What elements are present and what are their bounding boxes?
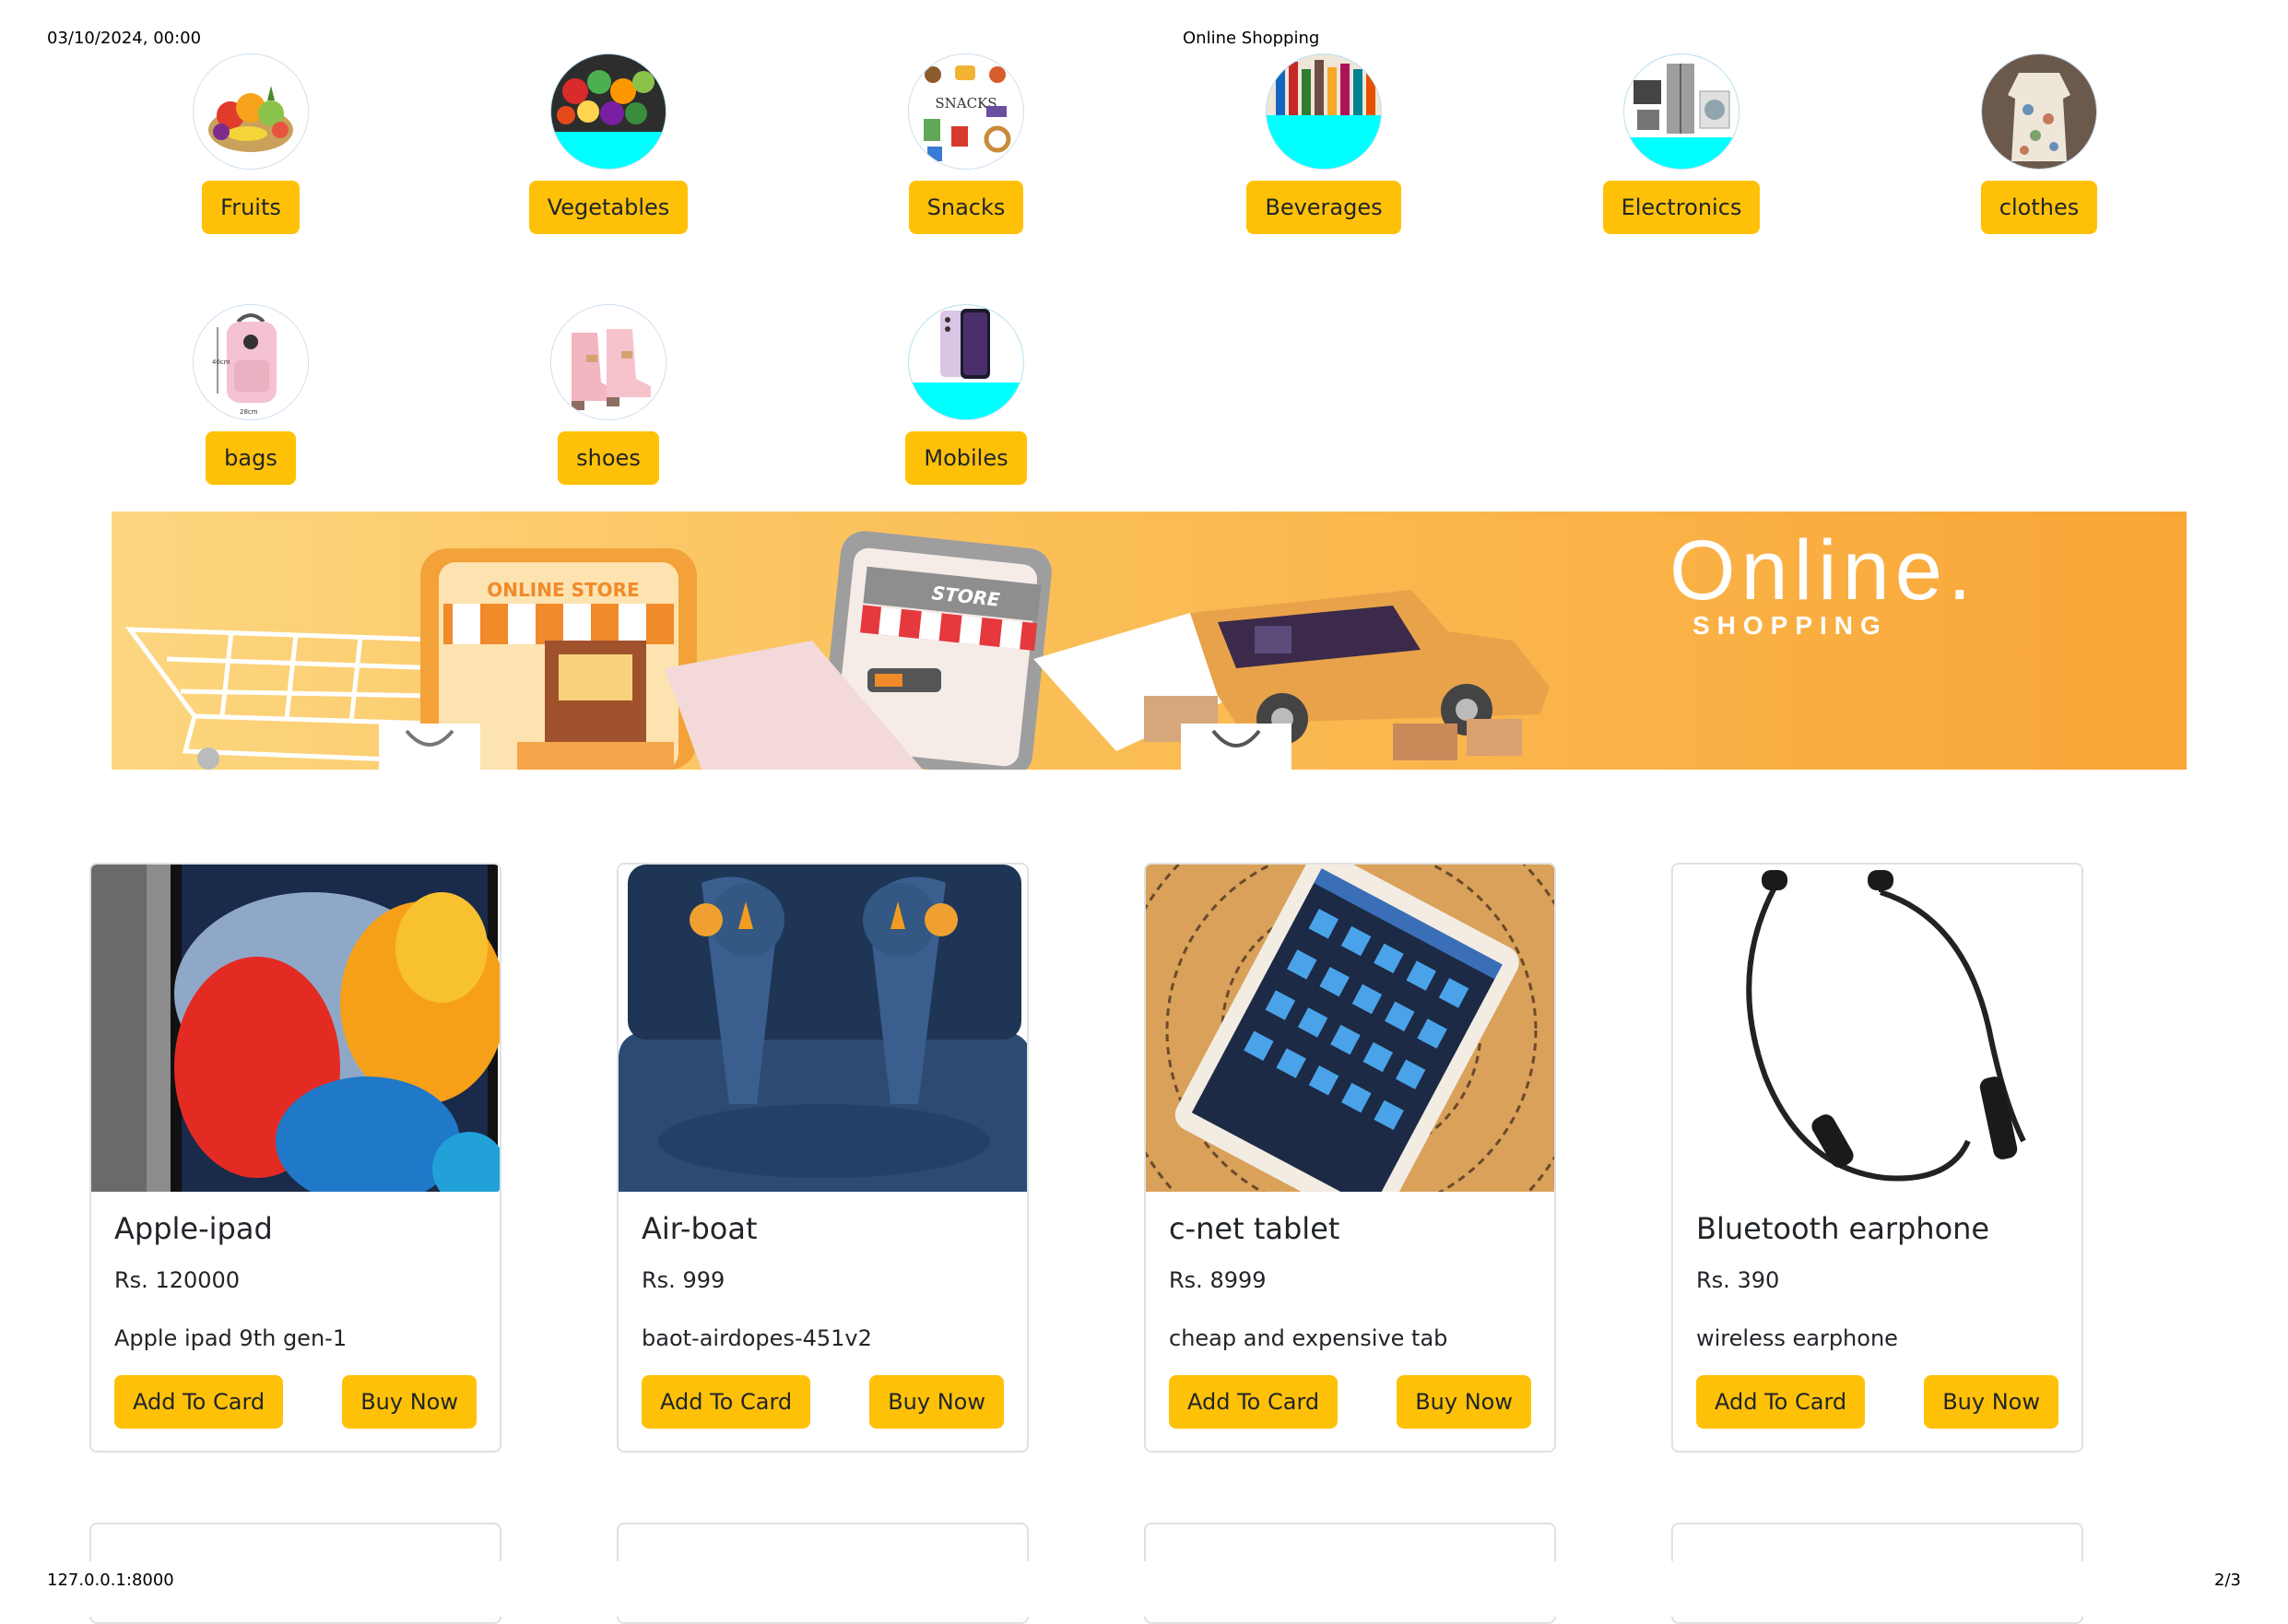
product-card-bluetooth-earphone: Bluetooth earphone Rs. 390 wireless earp… bbox=[1671, 863, 2083, 1453]
bag-image: 40cm 28cm bbox=[193, 304, 309, 420]
print-datetime: 03/10/2024, 00:00 bbox=[47, 29, 202, 48]
svg-text:28cm: 28cm bbox=[240, 408, 258, 416]
banner-headline: Online. bbox=[1669, 524, 1977, 618]
product-name: c-net tablet bbox=[1169, 1211, 1340, 1246]
banner-subline: SHOPPING bbox=[1692, 611, 1888, 640]
mobile-image bbox=[908, 304, 1024, 420]
beverages-image bbox=[1266, 53, 1382, 170]
add-to-cart-button[interactable]: Add To Card bbox=[1169, 1375, 1339, 1429]
category-fruits-button[interactable]: Fruits bbox=[202, 181, 300, 234]
category-electronics[interactable]: Electronics bbox=[1562, 53, 1801, 234]
print-url: 127.0.0.1:8000 bbox=[47, 1571, 174, 1590]
product-name: Apple-ipad bbox=[114, 1211, 273, 1246]
category-beverages-button[interactable]: Beverages bbox=[1246, 181, 1401, 234]
product-description: cheap and expensive tab bbox=[1169, 1325, 1448, 1351]
product-price: Rs. 8999 bbox=[1169, 1267, 1267, 1293]
banner-illustration: ONLINE STORE STORE Online. SHOPPING bbox=[124, 524, 1977, 770]
product-image-tablet bbox=[1146, 865, 1554, 1192]
product-image-ipad bbox=[91, 865, 500, 1192]
add-to-cart-button[interactable]: Add To Card bbox=[642, 1375, 811, 1429]
electronics-image bbox=[1623, 53, 1740, 170]
vegetables-image bbox=[550, 53, 666, 170]
category-snacks-button[interactable]: Snacks bbox=[908, 181, 1024, 234]
category-mobiles[interactable]: Mobiles bbox=[846, 304, 1086, 485]
category-clothes[interactable]: clothes bbox=[1919, 53, 2159, 234]
product-card-air-boat: Air-boat Rs. 999 baot-airdopes-451v2 Add… bbox=[617, 863, 1029, 1453]
print-footer bbox=[0, 1561, 2288, 1617]
product-name: Air-boat bbox=[642, 1211, 758, 1246]
promo-banner: ONLINE STORE STORE Online. SHOPPING bbox=[112, 512, 2187, 770]
print-page-number: 2/3 bbox=[2214, 1571, 2241, 1590]
shoes-image bbox=[550, 304, 666, 420]
product-card-c-net-tablet: c-net tablet Rs. 8999 cheap and expensiv… bbox=[1144, 863, 1556, 1453]
add-to-cart-button[interactable]: Add To Card bbox=[1696, 1375, 1866, 1429]
buy-now-button[interactable]: Buy Now bbox=[1397, 1375, 1531, 1429]
category-beverages[interactable]: Beverages bbox=[1204, 53, 1444, 234]
product-price: Rs. 120000 bbox=[114, 1267, 241, 1293]
snacks-image: SNACKS bbox=[908, 53, 1024, 170]
buy-now-button[interactable]: Buy Now bbox=[869, 1375, 1004, 1429]
buy-now-button[interactable]: Buy Now bbox=[342, 1375, 477, 1429]
product-name: Bluetooth earphone bbox=[1696, 1211, 1990, 1246]
category-shoes-button[interactable]: shoes bbox=[558, 431, 659, 485]
product-price: Rs. 999 bbox=[642, 1267, 725, 1293]
product-image-earbuds bbox=[619, 865, 1027, 1192]
product-description: Apple ipad 9th gen-1 bbox=[114, 1325, 348, 1351]
add-to-cart-button[interactable]: Add To Card bbox=[114, 1375, 284, 1429]
category-snacks[interactable]: SNACKS Snacks bbox=[846, 53, 1086, 234]
category-vegetables-button[interactable]: Vegetables bbox=[528, 181, 689, 234]
print-page-title: Online Shopping bbox=[1183, 29, 1320, 48]
product-description: baot-airdopes-451v2 bbox=[642, 1325, 872, 1351]
category-mobiles-button[interactable]: Mobiles bbox=[905, 431, 1027, 485]
category-fruits[interactable]: Fruits bbox=[131, 53, 371, 234]
buy-now-button[interactable]: Buy Now bbox=[1924, 1375, 2058, 1429]
product-description: wireless earphone bbox=[1696, 1325, 1898, 1351]
category-shoes[interactable]: shoes bbox=[489, 304, 728, 485]
banner-store-sign: ONLINE STORE bbox=[487, 579, 639, 601]
category-clothes-button[interactable]: clothes bbox=[1980, 181, 2098, 234]
category-bags-button[interactable]: bags bbox=[206, 431, 296, 485]
category-vegetables[interactable]: Vegetables bbox=[489, 53, 728, 234]
fruit-basket-image bbox=[193, 53, 309, 170]
category-bags[interactable]: 40cm 28cm bags bbox=[131, 304, 371, 485]
category-electronics-button[interactable]: Electronics bbox=[1602, 181, 1761, 234]
product-image-neckband bbox=[1673, 865, 2082, 1192]
product-card-apple-ipad: Apple-ipad Rs. 120000 Apple ipad 9th gen… bbox=[89, 863, 501, 1453]
svg-text:40cm: 40cm bbox=[212, 359, 230, 366]
clothes-image bbox=[1981, 53, 2097, 170]
product-price: Rs. 390 bbox=[1696, 1267, 1780, 1293]
